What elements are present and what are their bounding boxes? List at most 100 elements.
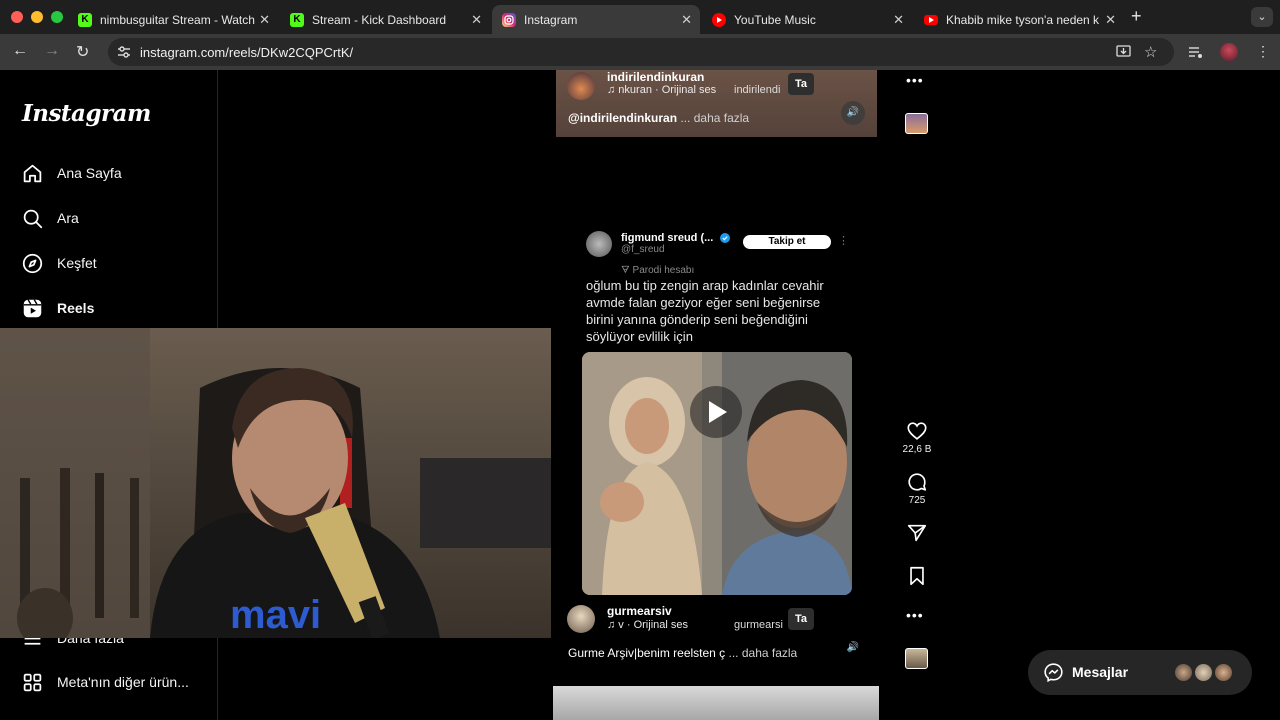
more-link[interactable]: ... daha fazla: [680, 111, 749, 125]
back-arrow-icon[interactable]: ←: [12, 42, 28, 60]
messenger-icon: [1044, 663, 1063, 683]
sidebar-item-home[interactable]: Ana Sayfa: [22, 161, 122, 185]
comment-button[interactable]: 725: [901, 471, 933, 506]
messages-label: Mesajlar: [1072, 664, 1129, 680]
sidebar-item-reels[interactable]: Reels: [22, 296, 94, 320]
install-app-icon[interactable]: [1116, 45, 1131, 59]
browser-tab-bar: K nimbusguitar Stream - Watch ✕ K Stream…: [0, 0, 1280, 34]
reel-audio[interactable]: ♫ v · Orijinal ses: [607, 619, 688, 631]
audio-thumbnail[interactable]: [905, 113, 928, 134]
url-text: instagram.com/reels/DKw2CQPCrtK/: [140, 45, 354, 60]
svg-text:mavi: mavi: [230, 593, 321, 637]
follow-button[interactable]: Ta: [788, 73, 814, 95]
webcam-overlay: mavi: [0, 328, 551, 638]
reel-audio-marquee: gurmearsi: [734, 619, 783, 631]
browser-tab[interactable]: K nimbusguitar Stream - Watch ✕: [68, 5, 278, 34]
webcam-image: mavi: [0, 328, 551, 638]
browser-tab[interactable]: Khabib mike tyson'a neden k ✕: [914, 5, 1124, 34]
kick-icon: K: [290, 12, 304, 27]
sidebar-item-label: Reels: [57, 300, 95, 316]
tweet-handle: @f_sreud: [621, 244, 665, 255]
follow-button[interactable]: Ta: [788, 608, 814, 630]
tab-title: Khabib mike tyson'a neden k: [946, 12, 1100, 27]
parody-text: Parodi hesabı: [632, 265, 695, 276]
kick-icon: K: [78, 12, 92, 27]
avatar: [1214, 663, 1233, 682]
tab-title: Stream - Kick Dashboard: [312, 12, 447, 27]
comment-count: 725: [908, 495, 926, 506]
instagram-icon: [502, 12, 516, 27]
play-icon: [709, 401, 727, 423]
maximize-window-button[interactable]: [51, 11, 63, 23]
volume-icon[interactable]: 🔊: [841, 101, 865, 125]
meta-apps-icon: [23, 673, 42, 691]
forward-arrow-icon[interactable]: →: [44, 42, 60, 60]
site-settings-icon[interactable]: [116, 44, 132, 60]
browser-tab[interactable]: YouTube Music ✕: [702, 5, 912, 34]
play-button[interactable]: [690, 386, 742, 438]
caption-user: @indirilendinkuran: [568, 111, 678, 125]
close-window-button[interactable]: [11, 11, 23, 23]
media-controls-icon[interactable]: [1188, 45, 1204, 59]
sidebar-item-search[interactable]: Ara: [22, 206, 79, 230]
avatar: [1194, 663, 1213, 682]
avatar: [1174, 663, 1193, 682]
sidebar-item-label: Ana Sayfa: [57, 165, 122, 181]
tweet-parody-label: 🜃 Parodi hesabı: [621, 265, 695, 276]
reel-audio-marquee: indirilendi: [734, 84, 781, 96]
close-tab-icon[interactable]: ✕: [259, 12, 270, 28]
tweet-follow-button: Takip et: [743, 235, 831, 249]
browser-menu-icon[interactable]: ⋮: [1256, 43, 1270, 60]
avatar[interactable]: [567, 605, 595, 633]
reel-card-next[interactable]: [553, 686, 879, 720]
more-link[interactable]: ... daha fazla: [729, 646, 798, 660]
home-icon: [23, 164, 42, 182]
comment-icon: [908, 473, 927, 491]
reel-audio[interactable]: ♫ nkuran · Orijinal ses: [607, 84, 716, 96]
sidebar-item-label: Ara: [57, 210, 79, 226]
messages-bar[interactable]: Mesajlar: [1028, 650, 1252, 695]
tab-search-button[interactable]: ⌄: [1251, 7, 1273, 27]
minimize-window-button[interactable]: [31, 11, 43, 23]
sidebar-item-explore[interactable]: Keşfet: [22, 251, 97, 275]
close-tab-icon[interactable]: ✕: [471, 12, 482, 28]
tweet-more-icon: ⋮: [838, 235, 849, 247]
browser-tab[interactable]: K Stream - Kick Dashboard ✕: [280, 5, 490, 34]
youtube-music-icon: [712, 12, 726, 27]
instagram-logo[interactable]: Instagram: [22, 100, 151, 127]
close-tab-icon[interactable]: ✕: [893, 12, 904, 28]
close-tab-icon[interactable]: ✕: [681, 12, 692, 28]
reel-caption[interactable]: @indirilendinkuran ... daha fazla: [568, 111, 749, 125]
profile-avatar[interactable]: [1220, 43, 1238, 61]
tab-title: nimbusguitar Stream - Watch: [100, 12, 255, 27]
browser-toolbar: ← → ↻ instagram.com/reels/DKw2CQPCrtK/ ☆…: [0, 34, 1280, 70]
reel-username[interactable]: indirilendinkuran: [607, 70, 704, 84]
volume-icon[interactable]: 🔊: [841, 636, 865, 660]
more-options-icon[interactable]: •••: [906, 72, 924, 88]
reels-icon: [23, 298, 42, 317]
like-button[interactable]: 22,6 B: [901, 420, 933, 455]
sidebar-item-label: Meta'nın diğer ürün...: [57, 674, 189, 690]
compass-icon: [22, 253, 43, 273]
bookmark-star-icon[interactable]: ☆: [1144, 43, 1157, 61]
save-button[interactable]: [901, 565, 933, 587]
audio-thumbnail[interactable]: [905, 648, 928, 669]
address-bar[interactable]: instagram.com/reels/DKw2CQPCrtK/ ☆: [108, 38, 1174, 66]
sidebar-item-label: Keşfet: [57, 255, 97, 271]
reel-caption[interactable]: Gurme Arşiv|benim reelsten ç ... daha fa…: [568, 646, 797, 660]
reel-card-previous[interactable]: [556, 70, 877, 137]
like-count: 22,6 B: [902, 444, 932, 455]
sidebar-item-meta-apps[interactable]: Meta'nın diğer ürün...: [22, 670, 189, 694]
avatar[interactable]: [567, 72, 595, 100]
browser-tab-active[interactable]: Instagram ✕: [492, 5, 700, 34]
caption-text: Gurme Arşiv|benim reelsten ç: [568, 646, 726, 660]
verified-badge-icon: [720, 233, 730, 243]
tweet-avatar: [586, 231, 612, 257]
share-button[interactable]: [901, 522, 933, 544]
reload-icon[interactable]: ↻: [76, 42, 89, 62]
more-options-icon[interactable]: •••: [906, 607, 924, 623]
send-icon: [907, 524, 927, 542]
new-tab-button[interactable]: +: [1131, 6, 1142, 27]
reel-username[interactable]: gurmearsiv: [607, 604, 672, 618]
close-tab-icon[interactable]: ✕: [1105, 12, 1116, 28]
